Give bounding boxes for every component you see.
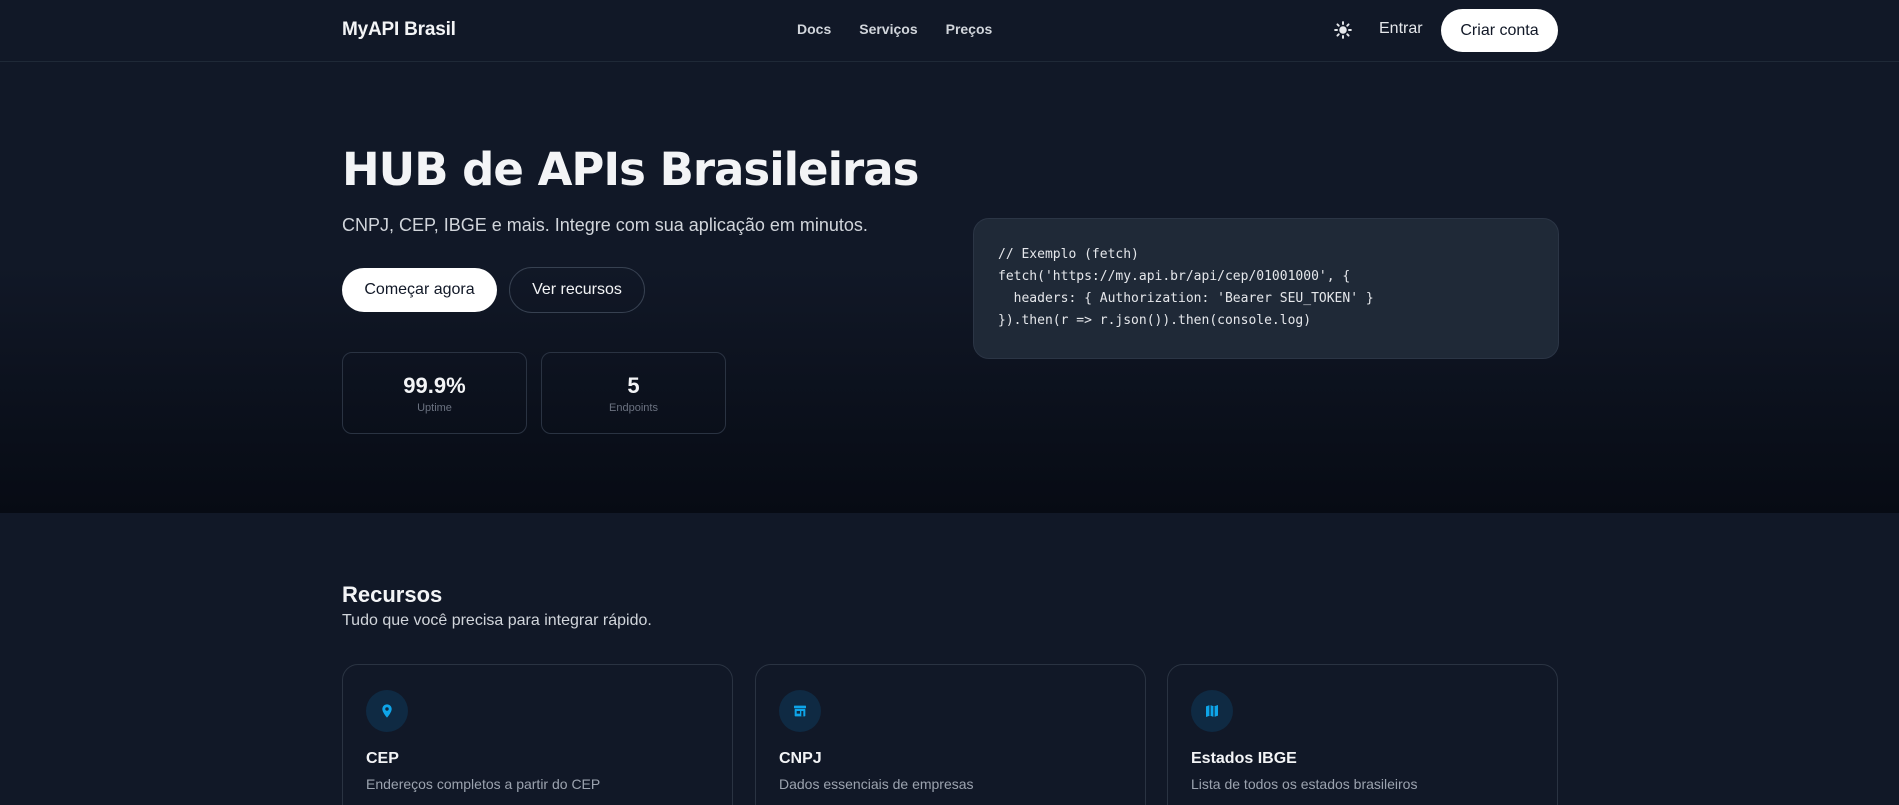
feature-title: Estados IBGE — [1191, 750, 1297, 767]
map-pin-icon — [382, 704, 392, 718]
view-features-button[interactable]: Ver recursos — [509, 267, 645, 313]
nav-link-docs[interactable]: Docs — [797, 21, 831, 37]
feature-title: CEP — [366, 750, 399, 767]
top-navbar: MyAPI Brasil Docs Serviços Preços Entrar… — [0, 0, 1899, 62]
code-line: fetch('https://my.api.br/api/cep/0100100… — [998, 269, 1351, 284]
main-nav: Docs Serviços Preços — [797, 21, 992, 37]
code-line: headers: { Authorization: 'Bearer SEU_TO… — [998, 291, 1374, 306]
feature-icon-badge — [779, 690, 821, 732]
brand-logo[interactable]: MyAPI Brasil — [342, 19, 456, 41]
feature-title: CNPJ — [779, 750, 822, 767]
feature-description: Lista de todos os estados brasileiros — [1191, 776, 1418, 792]
stat-card-endpoints: 5 Endpoints — [541, 352, 726, 434]
stat-card-uptime: 99.9% Uptime — [342, 352, 527, 434]
feature-description: Endereços completos a partir do CEP — [366, 776, 601, 792]
theme-toggle-button[interactable] — [1332, 19, 1354, 41]
map-icon — [1206, 705, 1218, 717]
nav-link-servicos[interactable]: Serviços — [859, 21, 917, 37]
code-line: }).then(r => r.json()).then(console.log) — [998, 313, 1312, 328]
nav-link-precos[interactable]: Preços — [946, 21, 993, 37]
login-link[interactable]: Entrar — [1379, 20, 1423, 38]
store-icon — [794, 705, 806, 717]
stat-label: Uptime — [417, 401, 452, 414]
hero-subtitle: CNPJ, CEP, IBGE e mais. Integre com sua … — [342, 215, 868, 235]
hero-section — [0, 63, 1899, 513]
hero-title: HUB de APIs Brasileiras — [342, 143, 919, 196]
stat-label: Endpoints — [609, 401, 658, 414]
feature-card-cnpj[interactable]: CNPJ Dados essenciais de empresas — [755, 664, 1146, 805]
feature-icon-badge — [366, 690, 408, 732]
signup-button[interactable]: Criar conta — [1441, 9, 1558, 52]
section-title: Recursos — [342, 582, 443, 607]
feature-description: Dados essenciais de empresas — [779, 776, 974, 792]
feature-card-cep[interactable]: CEP Endereços completos a partir do CEP — [342, 664, 733, 805]
code-example: // Exemplo (fetch) fetch('https://my.api… — [973, 218, 1559, 359]
feature-icon-badge — [1191, 690, 1233, 732]
stat-value: 5 — [627, 372, 640, 398]
sun-icon — [1334, 21, 1352, 39]
section-subtitle: Tudo que você precisa para integrar rápi… — [342, 612, 652, 629]
stat-value: 99.9% — [403, 372, 466, 398]
get-started-button[interactable]: Começar agora — [342, 268, 497, 312]
feature-card-estados-ibge[interactable]: Estados IBGE Lista de todos os estados b… — [1167, 664, 1558, 805]
code-line: // Exemplo (fetch) — [998, 247, 1139, 262]
